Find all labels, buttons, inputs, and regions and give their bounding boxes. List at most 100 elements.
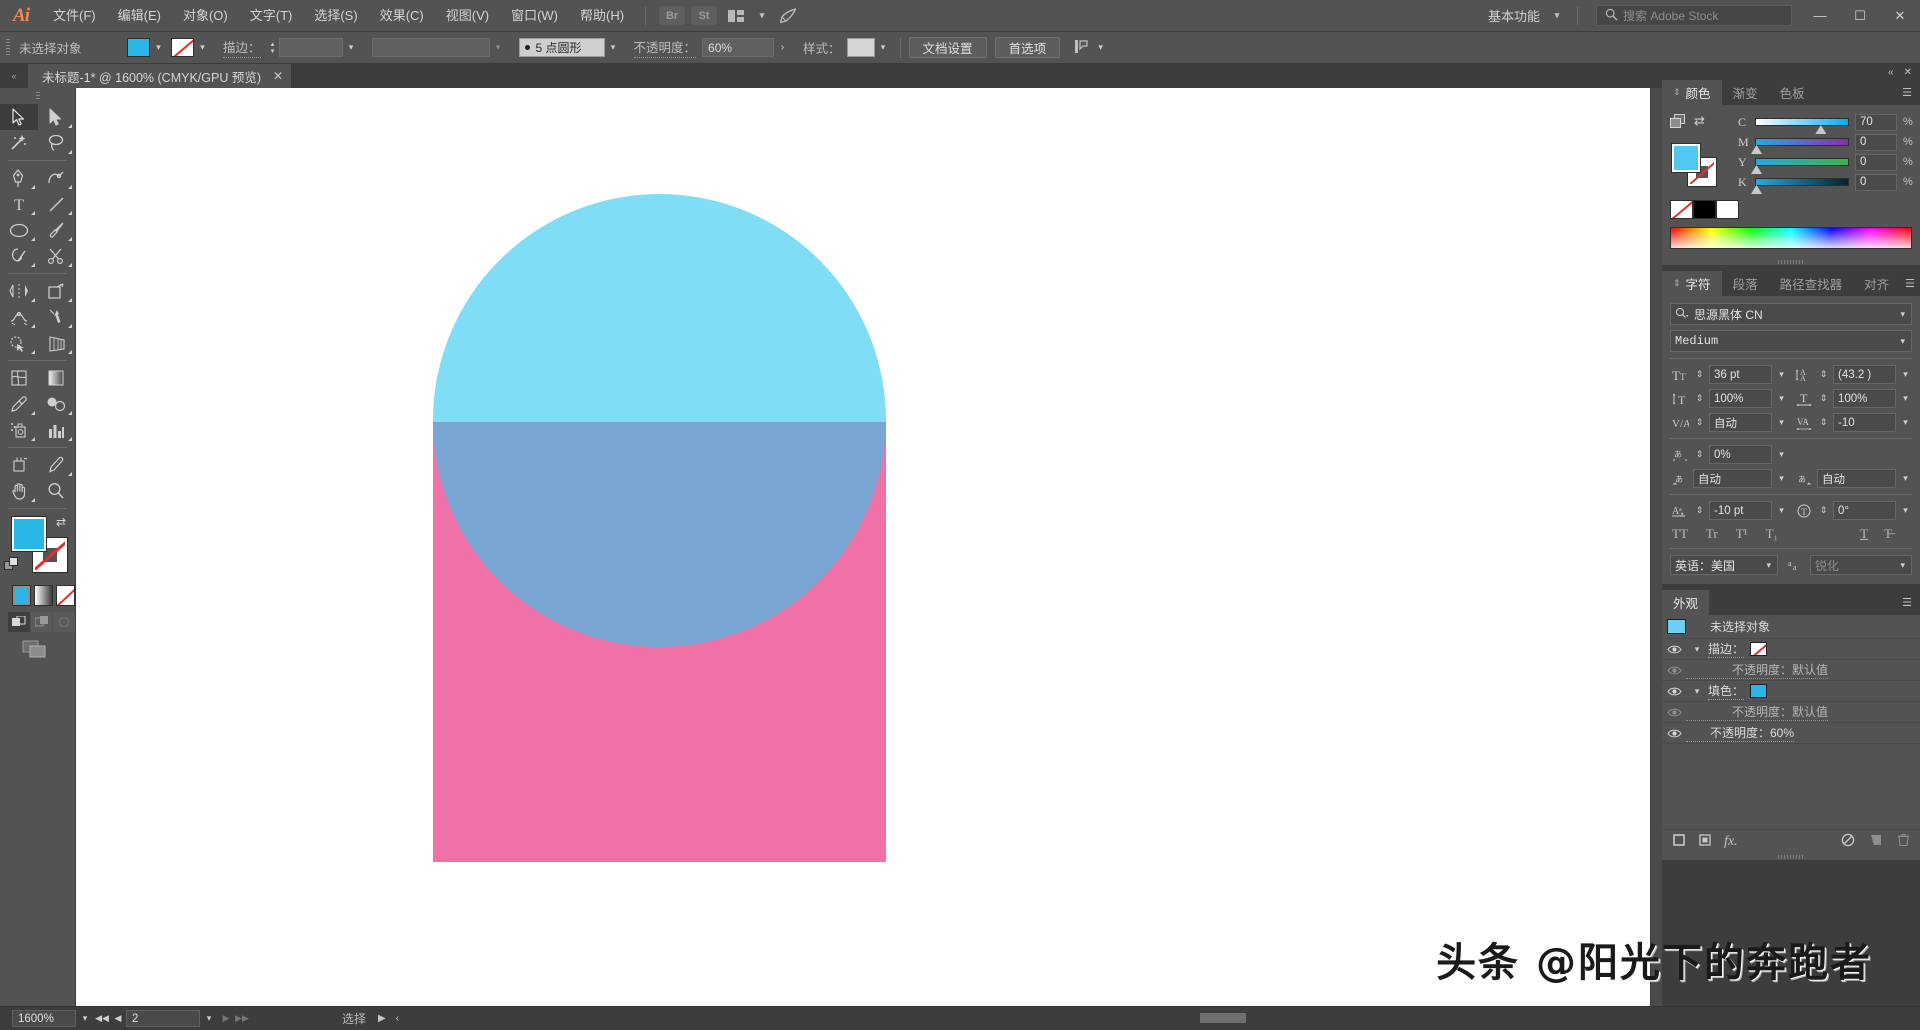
tab-align[interactable]: 对齐 xyxy=(1853,271,1900,296)
scale-tool[interactable] xyxy=(38,278,76,304)
fill-chevron-down-icon[interactable]: ▾ xyxy=(150,38,167,57)
quick-none-swatch[interactable] xyxy=(1670,200,1693,219)
baseline-shift-chevron-down-icon[interactable]: ▾ xyxy=(1775,501,1788,520)
tab-character[interactable]: ⇕ 字符 xyxy=(1662,271,1722,296)
opacity-label[interactable]: 不透明度： xyxy=(634,37,697,58)
delete-item-icon[interactable] xyxy=(1897,833,1910,850)
paintbrush-tool[interactable] xyxy=(38,217,76,243)
horizontal-scrollbar[interactable] xyxy=(830,1006,1860,1030)
align-icon[interactable] xyxy=(1074,39,1090,57)
tab-pathfinder[interactable]: 路径查找器 xyxy=(1769,271,1854,296)
appearance-fill-opacity-label[interactable]: 不透明度：默认值 xyxy=(1686,703,1828,721)
shaper-tool[interactable] xyxy=(0,243,38,269)
character-rotation-chevron-down-icon[interactable]: ▾ xyxy=(1899,501,1912,520)
appearance-panel-menu-icon[interactable]: ☰ xyxy=(1894,590,1920,615)
kerning-stepper[interactable]: ⇕ xyxy=(1693,413,1706,432)
minimize-button[interactable]: — xyxy=(1800,0,1840,32)
eyedropper-tool[interactable] xyxy=(0,391,38,417)
channel-track-y[interactable] xyxy=(1755,158,1849,166)
stroke-swatch-group[interactable]: ▾ xyxy=(171,38,211,57)
tsume-stepper[interactable]: ⇕ xyxy=(1693,445,1706,464)
clear-appearance-icon[interactable] xyxy=(1841,833,1855,850)
add-new-effect-icon[interactable]: fx. xyxy=(1724,834,1738,850)
appearance-panel-resize-grip[interactable] xyxy=(1662,853,1920,860)
vertical-scale-stepper[interactable]: ⇕ xyxy=(1693,389,1706,408)
stroke-weight-label[interactable]: 描边： xyxy=(223,37,261,58)
first-artboard-button[interactable]: ◀◀ xyxy=(94,1013,110,1024)
channel-value-k[interactable]: 0 xyxy=(1855,174,1897,191)
visibility-eye-icon[interactable] xyxy=(1662,728,1686,739)
superscript-button[interactable]: T¹ xyxy=(1736,526,1748,542)
close-button[interactable]: ✕ xyxy=(1880,0,1920,32)
search-input[interactable]: 搜索 Adobe Stock xyxy=(1623,7,1718,24)
tsume-chevron-down-icon[interactable]: ▾ xyxy=(1775,445,1788,464)
blend-tool[interactable] xyxy=(38,391,76,417)
menu-type[interactable]: 文字(T) xyxy=(239,0,304,32)
tabbar-collapse-icon[interactable]: « xyxy=(0,64,28,88)
channel-track-k[interactable] xyxy=(1755,178,1849,186)
tsume-value[interactable]: 0% xyxy=(1709,445,1772,464)
magic-wand-tool[interactable] xyxy=(0,130,38,156)
direct-selection-tool[interactable] xyxy=(38,104,76,130)
dock-collapse-icon[interactable]: « xyxy=(1888,67,1894,78)
font-size-chevron-down-icon[interactable]: ▾ xyxy=(1775,365,1788,384)
perspective-grid-tool[interactable] xyxy=(38,330,76,356)
mesh-tool[interactable] xyxy=(0,365,38,391)
brush-definition-field[interactable]: 5 点圆形 xyxy=(519,38,605,57)
stroke-swatch[interactable] xyxy=(171,38,194,57)
stroke-chevron-down-icon[interactable]: ▾ xyxy=(194,38,211,57)
adobe-stock-search[interactable]: 搜索 Adobe Stock xyxy=(1596,5,1792,26)
font-size-value[interactable]: 36 pt xyxy=(1709,365,1772,384)
channel-track-m[interactable] xyxy=(1755,138,1849,146)
appearance-stroke-opacity-label[interactable]: 不透明度：默认值 xyxy=(1686,661,1828,679)
menu-select[interactable]: 选择(S) xyxy=(303,0,368,32)
visibility-eye-icon[interactable] xyxy=(1662,707,1686,718)
leading-stepper[interactable]: ⇕ xyxy=(1817,365,1830,384)
gradient-swatch-button[interactable] xyxy=(34,585,53,606)
opacity-field[interactable]: 60% xyxy=(702,38,774,57)
color-panel-fill-swatch[interactable] xyxy=(1672,144,1700,172)
stroke-weight-chevron-down-icon[interactable]: ▾ xyxy=(343,38,360,57)
language-select[interactable]: 英语：美国 ▾ xyxy=(1670,555,1778,575)
font-family-chevron-down-icon[interactable]: ▾ xyxy=(1900,309,1907,320)
menu-file[interactable]: 文件(F) xyxy=(42,0,107,32)
small-caps-button[interactable]: Tr xyxy=(1706,526,1718,542)
brush-definition-chevron-down-icon[interactable]: ▾ xyxy=(605,38,622,57)
left-aki-chevron-down-icon[interactable]: ▾ xyxy=(1775,469,1788,488)
fill-stroke-toggle-icon[interactable] xyxy=(1670,114,1686,132)
zoom-level-field[interactable]: 1600% xyxy=(12,1010,76,1027)
workspace-switcher-label[interactable]: 基本功能 xyxy=(1481,6,1547,25)
tab-swatches[interactable]: 色板 xyxy=(1769,80,1816,105)
menu-view[interactable]: 视图(V) xyxy=(435,0,500,32)
appearance-object-opacity-row[interactable]: 不透明度：60% xyxy=(1662,723,1920,744)
baseline-shift-stepper[interactable]: ⇕ xyxy=(1693,501,1706,520)
appearance-stroke-label[interactable]: 描边： xyxy=(1708,640,1744,658)
anti-alias-select[interactable]: 锐化 ▾ xyxy=(1810,555,1912,575)
appearance-stroke-swatch[interactable] xyxy=(1750,642,1767,656)
tab-gradient[interactable]: 渐变 xyxy=(1722,80,1769,105)
swap-fill-stroke-icon[interactable]: ⇄ xyxy=(56,515,66,529)
none-swatch-button[interactable] xyxy=(56,585,75,606)
vertical-scale-value[interactable]: 100% xyxy=(1709,389,1772,408)
channel-track-c[interactable] xyxy=(1755,118,1849,126)
menu-object[interactable]: 对象(O) xyxy=(172,0,239,32)
right-aki-value[interactable]: 自动 xyxy=(1817,469,1896,488)
draw-behind-icon[interactable] xyxy=(31,612,53,632)
stroke-profile-field[interactable] xyxy=(372,38,490,57)
tab-color[interactable]: ⇕ 颜色 xyxy=(1662,80,1722,105)
menu-effect[interactable]: 效果(C) xyxy=(369,0,435,32)
lasso-tool[interactable] xyxy=(38,130,76,156)
expand-chevron-down-icon[interactable]: ▾ xyxy=(1686,644,1708,655)
curvature-tool[interactable] xyxy=(38,165,76,191)
symbol-sprayer-tool[interactable] xyxy=(0,417,38,443)
strikethrough-button[interactable]: T̶ xyxy=(1884,526,1892,542)
vertical-scale-chevron-down-icon[interactable]: ▾ xyxy=(1775,389,1788,408)
artboard-chevron-down-icon[interactable]: ▾ xyxy=(200,1013,218,1024)
menu-help[interactable]: 帮助(H) xyxy=(569,0,635,32)
character-panel-menu-icon[interactable]: ☰ xyxy=(1900,271,1920,296)
status-play-icon[interactable]: ▶ xyxy=(378,1013,386,1024)
style-chevron-down-icon[interactable]: ▾ xyxy=(875,38,892,57)
fill-swatch[interactable] xyxy=(127,38,150,57)
document-tab-close-icon[interactable]: ✕ xyxy=(273,69,283,83)
align-chevron-down-icon[interactable]: ▾ xyxy=(1092,38,1109,57)
